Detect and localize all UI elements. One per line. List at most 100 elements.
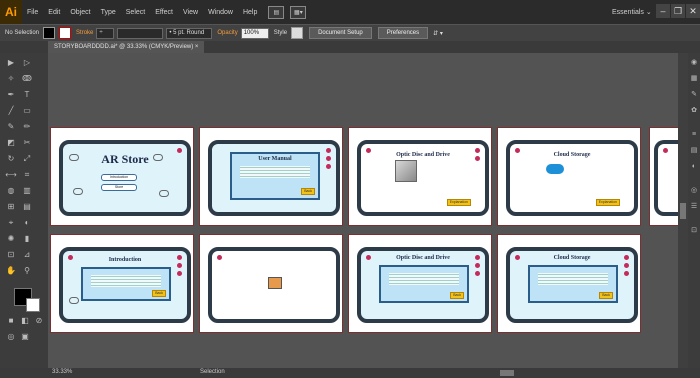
menu-file[interactable]: File: [22, 9, 43, 16]
pen-tool-icon[interactable]: ✒: [4, 89, 18, 101]
blend-tool-icon[interactable]: ◐: [20, 217, 34, 229]
stroke-label[interactable]: Stroke: [76, 30, 93, 36]
rectangle-tool-icon[interactable]: ▭: [20, 105, 34, 117]
close-button[interactable]: ✕: [686, 4, 700, 18]
menu-select[interactable]: Select: [121, 9, 150, 16]
transparency-panel-icon[interactable]: ◐: [690, 163, 698, 171]
direct-selection-tool-icon[interactable]: ▷: [20, 57, 34, 69]
arrange-icon[interactable]: ⇵ ▾: [433, 30, 443, 37]
nav-dot: [663, 148, 668, 153]
appearance-panel-icon[interactable]: ◎: [690, 187, 698, 195]
artboard-title: User Manual: [258, 156, 292, 162]
slice-tool-icon[interactable]: ⊿: [20, 249, 34, 261]
artboard-8[interactable]: Optic Disc and Drive Back: [348, 234, 492, 333]
free-transform-tool-icon[interactable]: ⌗: [20, 169, 34, 181]
magic-wand-tool-icon[interactable]: ✧: [4, 73, 18, 85]
menu-window[interactable]: Window: [203, 9, 238, 16]
opacity-field[interactable]: 100%: [240, 27, 269, 39]
artboard-2[interactable]: User Manual Back: [199, 127, 343, 226]
artboard-tool-icon[interactable]: ⊡: [4, 249, 18, 261]
paintbrush-tool-icon[interactable]: ✎: [4, 121, 18, 133]
color-mode-icon[interactable]: ■: [4, 315, 18, 327]
menu-effect[interactable]: Effect: [150, 9, 178, 16]
column-graph-tool-icon[interactable]: ▮: [20, 233, 34, 245]
draw-mode-icon[interactable]: ◎: [4, 331, 18, 343]
symbols-panel-icon[interactable]: ✿: [690, 107, 698, 115]
brushes-panel-icon[interactable]: ✎: [690, 91, 698, 99]
opacity-label[interactable]: Opacity: [217, 30, 237, 36]
brush-definition-field[interactable]: • 5 pt. Round: [166, 27, 213, 39]
graphic-style-swatch[interactable]: [291, 27, 304, 39]
type-tool-icon[interactable]: T: [20, 89, 34, 101]
canvas[interactable]: AR Store Introduction Store User Manual …: [48, 53, 698, 368]
artboard-1[interactable]: AR Store Introduction Store: [50, 127, 194, 226]
stroke-panel-icon[interactable]: ≡: [690, 131, 698, 139]
vertical-scroll-thumb[interactable]: [680, 203, 686, 219]
eyedropper-tool-icon[interactable]: ⌖: [4, 217, 18, 229]
zoom-tool-icon[interactable]: ⚲: [20, 265, 34, 277]
info-panel: Back: [528, 265, 618, 303]
back-button: Back: [599, 292, 613, 299]
menu-help[interactable]: Help: [238, 9, 262, 16]
workspace-switcher[interactable]: Essentials ⌄: [612, 8, 652, 16]
color-panel-icon[interactable]: ◉: [690, 59, 698, 67]
document-tab[interactable]: STORYBOARDDDD.ai* @ 33.33% (CMYK/Preview…: [48, 41, 205, 53]
scale-tool-icon[interactable]: ⤢: [20, 153, 34, 165]
laptop-doodle-icon: [73, 188, 83, 195]
vertical-scrollbar[interactable]: [678, 53, 688, 368]
zoom-level[interactable]: 33.33%: [52, 369, 72, 375]
stroke-weight-field[interactable]: ÷: [96, 27, 115, 39]
gradient-mode-icon[interactable]: ◧: [18, 315, 32, 327]
artboard-7[interactable]: [199, 234, 343, 333]
stroke-color-box[interactable]: [26, 298, 40, 312]
artboards-panel-icon[interactable]: ⊡: [690, 227, 698, 235]
stroke-swatch[interactable]: [59, 27, 72, 39]
symbol-sprayer-tool-icon[interactable]: ✺: [4, 233, 18, 245]
document-tab-bar: STORYBOARDDDD.ai* @ 33.33% (CMYK/Preview…: [0, 41, 700, 53]
eraser-tool-icon[interactable]: ◩: [4, 137, 18, 149]
introduction-button: Introduction: [101, 174, 137, 181]
arrange-documents-button[interactable]: ▦▾: [290, 5, 307, 19]
none-mode-icon[interactable]: ⊘: [32, 315, 46, 327]
layers-panel-icon[interactable]: ☰: [690, 203, 698, 211]
selection-tool-icon[interactable]: ▶: [4, 57, 18, 69]
text-lines: [389, 273, 459, 285]
menu-object[interactable]: Object: [65, 9, 95, 16]
status-label: Selection: [200, 369, 225, 375]
width-tool-icon[interactable]: ⟷: [4, 169, 18, 181]
artboard-title: Cloud Storage: [553, 152, 591, 158]
perspective-grid-tool-icon[interactable]: ▥: [20, 185, 34, 197]
preferences-button[interactable]: Preferences: [377, 27, 429, 39]
pencil-tool-icon[interactable]: ✏: [20, 121, 34, 133]
artboard-6[interactable]: Introduction Back: [50, 234, 194, 333]
lasso-tool-icon[interactable]: ↂ: [20, 73, 34, 85]
menu-type[interactable]: Type: [96, 9, 121, 16]
swatches-panel-icon[interactable]: ▦: [690, 75, 698, 83]
artboard-3[interactable]: Optic Disc and Drive Explanation: [348, 127, 492, 226]
screen-mode-icon[interactable]: ▣: [18, 331, 32, 343]
line-tool-icon[interactable]: ╱: [4, 105, 18, 117]
document-setup-button[interactable]: Document Setup: [309, 27, 372, 39]
variable-width-field[interactable]: [117, 27, 164, 39]
minimize-button[interactable]: –: [656, 4, 670, 18]
hand-tool-icon[interactable]: ✋: [4, 265, 18, 277]
device-frame: Optic Disc and Drive Explanation: [357, 140, 489, 216]
device-frame: User Manual Back: [208, 140, 340, 216]
style-label: Style: [273, 30, 288, 36]
maximize-button[interactable]: ❐: [671, 4, 685, 18]
artboard-5[interactable]: [649, 127, 698, 226]
bridge-button[interactable]: ▤: [268, 5, 285, 19]
mesh-tool-icon[interactable]: ⊞: [4, 201, 18, 213]
explanation-button: Explanation: [595, 199, 620, 206]
artboard-4[interactable]: Cloud Storage Explanation: [497, 127, 641, 226]
gradient-tool-icon[interactable]: ▤: [20, 201, 34, 213]
horizontal-scroll-thumb[interactable]: [500, 370, 514, 376]
rotate-tool-icon[interactable]: ↻: [4, 153, 18, 165]
menu-view[interactable]: View: [178, 9, 203, 16]
fill-swatch[interactable]: [43, 27, 56, 39]
scissors-tool-icon[interactable]: ✂: [20, 137, 34, 149]
menu-edit[interactable]: Edit: [43, 9, 65, 16]
gradient-panel-icon[interactable]: ▤: [690, 147, 698, 155]
shape-builder-tool-icon[interactable]: ◍: [4, 185, 18, 197]
artboard-9[interactable]: Cloud Storage Back: [497, 234, 641, 333]
